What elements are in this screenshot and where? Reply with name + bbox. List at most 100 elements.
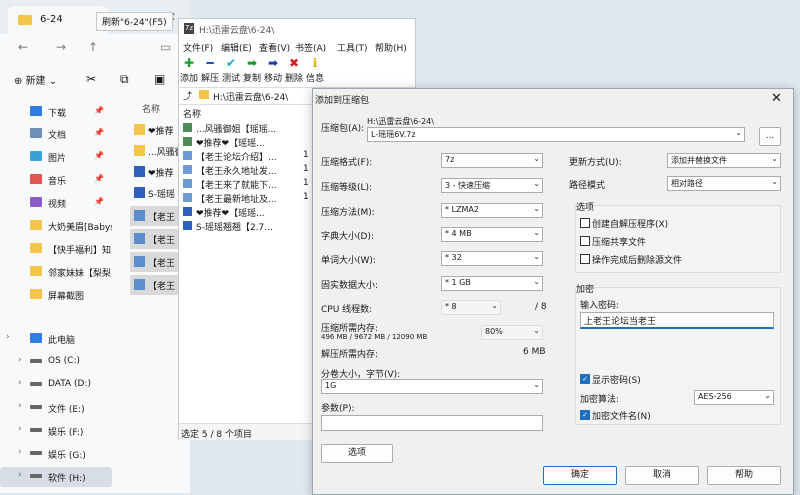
copy-icon[interactable]: ⧉ <box>120 72 129 87</box>
show-password-checkbox[interactable]: ✓ <box>580 374 590 384</box>
toolbar-button[interactable]: ━ 解压 <box>200 55 220 87</box>
chevron-right-icon[interactable]: › <box>18 355 22 365</box>
options-group: 选项 创建自解压程序(X) 压缩共享文件 操作完成后删除源文件 <box>575 203 781 273</box>
folder-icon <box>199 90 209 99</box>
encryption-group: 加密 输入密码: 上老王论坛当老王 ✓ 显示密码(S) 加密算法: AES-25… <box>575 285 781 425</box>
sidebar-item[interactable]: 图片 📌 <box>0 147 112 167</box>
cpu-threads-value: * 8 <box>445 302 457 311</box>
chevron-right-icon[interactable]: › <box>18 447 22 457</box>
list-item-label: 【老王 <box>148 259 176 269</box>
explorer-tab[interactable]: 6-24 <box>8 6 108 34</box>
cpu-threads-select[interactable]: * 8 ⌄ <box>441 300 501 315</box>
sidebar-item[interactable]: 大奶美眉[Babys <box>0 216 115 236</box>
sidebar-item[interactable]: › DATA (D:) <box>0 375 112 395</box>
solid-block-select[interactable]: * 1 GB ⌄ <box>441 276 543 291</box>
format-select[interactable]: 7z ⌄ <box>441 153 543 168</box>
add-icon: ✚ <box>183 56 195 70</box>
folder-up-icon[interactable]: ⤴ <box>183 89 192 102</box>
format-label: 压缩格式(F): <box>321 158 373 168</box>
sidebar-item[interactable]: 音乐 📌 <box>0 170 112 190</box>
chevron-right-icon[interactable]: › <box>18 424 22 434</box>
archive-name-combo[interactable]: L-瑶瑶6V.7z ⌄ <box>367 127 745 142</box>
drive-icon <box>30 382 42 386</box>
update-mode-select[interactable]: 添加并替换文件 ⌄ <box>667 153 781 168</box>
back-icon[interactable]: ← <box>18 40 28 54</box>
chevron-right-icon[interactable]: › <box>6 332 10 342</box>
options-button[interactable]: 选项 <box>321 444 393 463</box>
split-volume-combo[interactable]: 1G ⌄ <box>321 379 543 394</box>
cut-icon[interactable]: ✂ <box>86 72 96 86</box>
parameters-input[interactable] <box>321 415 543 431</box>
dictionary-select[interactable]: * 4 MB ⌄ <box>441 227 543 242</box>
password-value: 上老王论坛当老王 <box>584 317 657 327</box>
method-select[interactable]: * LZMA2 ⌄ <box>441 203 543 218</box>
method-value: * LZMA2 <box>445 205 479 214</box>
menu-item[interactable]: 工具(T) <box>337 41 368 54</box>
fm-address-text: H:\迅雷云盘\6-24\ <box>213 93 289 103</box>
sidebar-item[interactable]: 文档 📌 <box>0 124 112 144</box>
toolbar-button[interactable]: ✚ 添加 <box>179 55 199 87</box>
browse-button[interactable]: ... <box>759 127 781 146</box>
level-label: 压缩等级(L): <box>321 183 373 193</box>
column-header-name[interactable]: 名称 <box>142 102 160 115</box>
new-button[interactable]: ⊕ 新建 ⌄ <box>14 72 57 87</box>
toolbar-button[interactable]: ➡ 移动 <box>263 55 283 87</box>
toolbar-button[interactable]: ℹ 信息 <box>305 55 325 87</box>
path-mode-select[interactable]: 相对路径 ⌄ <box>667 176 781 191</box>
monitor-icon[interactable]: ▭ <box>160 40 171 54</box>
memory-percent-select[interactable]: 80% ⌄ <box>481 325 543 340</box>
sidebar-item[interactable]: › 此电脑 <box>0 329 112 349</box>
forward-icon[interactable]: → <box>56 40 66 54</box>
help-button[interactable]: 帮助 <box>707 466 781 485</box>
encryption-method-select[interactable]: AES-256 ⌄ <box>694 390 774 405</box>
sidebar-item-label: 娱乐 (F:) <box>48 428 84 438</box>
menu-item[interactable]: 编辑(E) <box>221 41 252 54</box>
path-mode-value: 相对路径 <box>671 179 703 188</box>
toolbar-button[interactable]: ✔ 测试 <box>221 55 241 87</box>
toolbar-button[interactable]: ➡ 复制 <box>242 55 262 87</box>
chevron-down-icon: ⌄ <box>533 252 540 261</box>
sidebar-item[interactable]: 视频 📌 <box>0 193 112 213</box>
folder-icon <box>30 289 42 299</box>
chevron-right-icon[interactable]: › <box>18 470 22 480</box>
password-input[interactable]: 上老王论坛当老王 <box>580 312 774 329</box>
word-size-select[interactable]: * 32 ⌄ <box>441 251 543 266</box>
paste-icon[interactable]: ▣ <box>154 72 165 86</box>
cancel-button[interactable]: 取消 <box>625 466 699 485</box>
explorer-nav-bar: ← → ↑ ▭ <box>0 34 190 62</box>
menu-item[interactable]: 查看(V) <box>259 41 290 54</box>
sidebar-item[interactable]: › 文件 (E:) <box>0 398 112 418</box>
cpu-threads-max: / 8 <box>535 302 547 312</box>
chevron-down-icon: ⌄ <box>533 179 540 188</box>
sidebar-item[interactable]: 【快手福利】知 <box>0 239 112 259</box>
sidebar-item[interactable]: › 娱乐 (G:) <box>0 444 112 464</box>
sidebar-item[interactable]: › 软件 (H:) <box>0 467 112 487</box>
chevron-right-icon[interactable]: › <box>18 378 22 388</box>
sidebar-item[interactable]: 下载 📌 <box>0 102 112 122</box>
shared-files-checkbox[interactable] <box>580 236 590 246</box>
sidebar-item[interactable]: › OS (C:) <box>0 352 112 372</box>
close-icon[interactable]: ✕ <box>771 91 782 106</box>
copy-icon: ➡ <box>246 56 258 70</box>
sidebar-item[interactable]: 邻家妹妹【梨梨 <box>0 262 112 282</box>
chevron-right-icon[interactable]: › <box>18 401 22 411</box>
fm-item-name: 【老王永久地址发... <box>196 167 277 177</box>
menu-item[interactable]: 帮助(H) <box>375 41 407 54</box>
menu-item[interactable]: 书签(A) <box>295 41 326 54</box>
sidebar-item[interactable]: › 娱乐 (F:) <box>0 421 112 441</box>
create-sfx-checkbox[interactable] <box>580 218 590 228</box>
fm-column-header-name[interactable]: 名称 <box>183 107 201 120</box>
level-select[interactable]: 3 - 快速压缩 ⌄ <box>441 178 543 193</box>
encrypt-names-checkbox[interactable]: ✓ <box>580 410 590 420</box>
update-mode-value: 添加并替换文件 <box>671 156 727 165</box>
up-icon[interactable]: ↑ <box>88 40 98 54</box>
7zip-app-icon: 7z <box>184 23 194 34</box>
delete-source-checkbox[interactable] <box>580 254 590 264</box>
toolbar-button[interactable]: ✖ 删除 <box>284 55 304 87</box>
delete-source-label: 操作完成后删除源文件 <box>592 256 683 266</box>
create-sfx-label: 创建自解压程序(X) <box>592 220 669 230</box>
sidebar-item[interactable]: 屏幕截图 <box>0 285 112 305</box>
menu-item[interactable]: 文件(F) <box>183 41 213 54</box>
fm-item-name: ❤推荐❤【瑶瑶... <box>196 139 265 149</box>
ok-button[interactable]: 确定 <box>543 466 617 485</box>
